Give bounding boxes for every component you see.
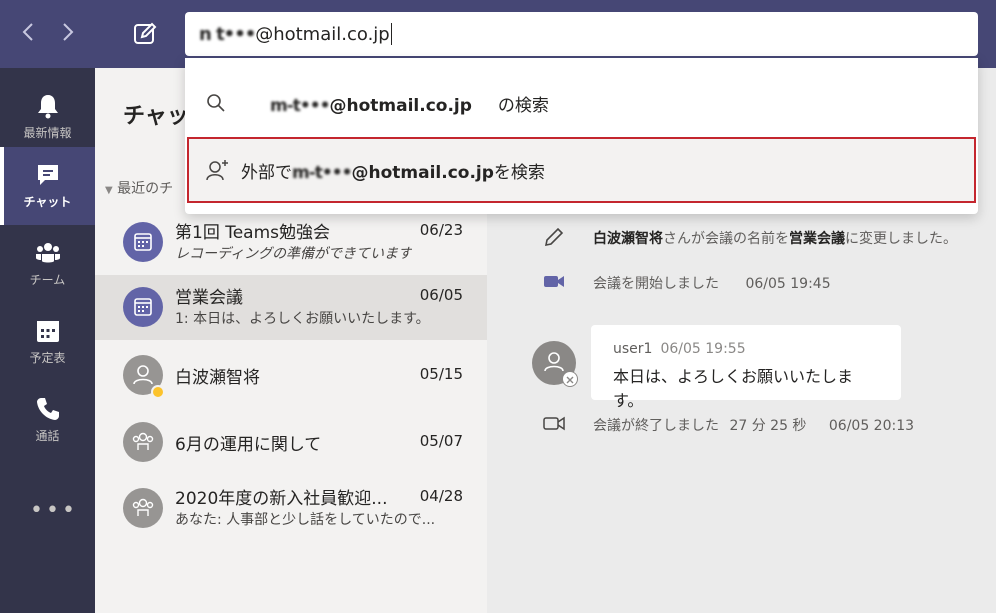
caret-down-icon: ▼ bbox=[105, 185, 113, 196]
external-search-item[interactable]: 外部でm-t•••@hotmail.co.jpを検索 bbox=[187, 137, 976, 203]
message-time: 06/05 19:55 bbox=[660, 341, 746, 357]
forward-button[interactable] bbox=[58, 22, 78, 46]
meeting-avatar bbox=[123, 222, 163, 262]
chat-preview: あなた: 人事部と少し話をしていたので... bbox=[175, 512, 436, 528]
rail-label-teams: チーム bbox=[29, 273, 66, 287]
rail-label-calls: 通話 bbox=[35, 429, 60, 443]
external-email-obscured: m-t••• bbox=[292, 163, 352, 183]
chat-list-item[interactable]: 6月の運用に関して 05/07 bbox=[95, 410, 487, 475]
search-suggestion-item[interactable]: m-t•••@hotmail.co.jp の検索 bbox=[185, 58, 978, 136]
suggestion-email-domain: @hotmail.co.jp bbox=[329, 96, 472, 116]
chat-preview: レコーディングの準備ができています bbox=[175, 246, 413, 262]
external-search-text: 外部でm-t•••@hotmail.co.jpを検索 bbox=[241, 158, 545, 183]
calendar-icon bbox=[134, 233, 152, 251]
chat-name: 2020年度の新入社員歓迎... bbox=[175, 489, 388, 509]
meeting-avatar bbox=[123, 287, 163, 327]
video-camera-icon bbox=[544, 276, 564, 287]
meeting-end-event: 会議が終了しました 27 分 25 秒 06/05 20:13 bbox=[593, 415, 914, 435]
offline-status-badge bbox=[562, 371, 578, 387]
rail-label-chat: チャット bbox=[23, 195, 72, 209]
rename-user: 白波瀬智将 bbox=[593, 231, 663, 247]
back-button[interactable] bbox=[18, 22, 38, 46]
away-status-badge bbox=[151, 385, 165, 399]
calendar-icon bbox=[36, 321, 59, 342]
compose-icon bbox=[134, 22, 157, 44]
search-suggestions-dropdown: m-t•••@hotmail.co.jp の検索 外部でm-t•••@hotmai… bbox=[185, 58, 978, 214]
rail-label-activity: 最新情報 bbox=[23, 126, 72, 140]
search-suggestion-text: m-t•••@hotmail.co.jp の検索 bbox=[270, 91, 549, 116]
rename-end: に変更しました。 bbox=[845, 231, 957, 247]
recent-label: 最近のチ bbox=[117, 181, 174, 197]
group-avatar bbox=[123, 422, 163, 462]
chat-name: 第1回 Teams勉強会 bbox=[175, 223, 331, 243]
rename-mid: さんが会議の名前を bbox=[663, 231, 789, 247]
chevron-left-icon bbox=[22, 23, 33, 41]
message-bubble[interactable]: user1 06/05 19:55 本日は、よろしくお願いいたします。 bbox=[591, 325, 901, 410]
rename-event: 白波瀬智将さんが会議の名前を営業会議に変更しました。 bbox=[593, 228, 957, 248]
chat-date: 05/07 bbox=[419, 432, 463, 450]
external-prefix: 外部で bbox=[241, 163, 292, 183]
group-avatar bbox=[123, 488, 163, 528]
chat-name: 営業会議 bbox=[175, 288, 243, 308]
external-suffix: を検索 bbox=[493, 163, 545, 183]
suggestion-email-obscured: m-t••• bbox=[270, 96, 330, 116]
chat-preview: 1: 本日は、よろしくお願いいたします。 bbox=[175, 311, 430, 327]
close-icon bbox=[566, 376, 574, 384]
message-text: 本日は、よろしくお願いいたします。 bbox=[613, 367, 854, 410]
external-email-domain: @hotmail.co.jp bbox=[351, 163, 494, 183]
chat-icon bbox=[37, 165, 58, 185]
bell-icon bbox=[37, 95, 58, 119]
chat-list-item[interactable]: 第1回 Teams勉強会 06/23 レコーディングの準備ができています bbox=[95, 210, 487, 275]
chat-list-item[interactable]: 2020年度の新入社員歓迎... 04/28 あなた: 人事部と少し話をしていた… bbox=[95, 476, 487, 541]
search-icon bbox=[207, 94, 225, 112]
meeting-end-text: 会議が終了しました bbox=[593, 418, 719, 434]
message-author: user1 bbox=[613, 341, 653, 357]
meeting-start-time: 06/05 19:45 bbox=[745, 276, 831, 292]
phone-icon bbox=[36, 398, 59, 420]
meeting-start-text: 会議を開始しました bbox=[593, 276, 719, 292]
rail-item-calls[interactable]: 通話 bbox=[0, 381, 95, 459]
group-icon bbox=[132, 498, 154, 516]
rail-item-teams[interactable]: チーム bbox=[0, 225, 95, 303]
chat-list-item[interactable]: 白波瀬智将 05/15 bbox=[95, 343, 487, 408]
chat-date: 04/28 bbox=[419, 487, 463, 505]
pencil-icon bbox=[544, 227, 564, 247]
meeting-start-event: 会議を開始しました 06/05 19:45 bbox=[593, 273, 831, 293]
rail-label-calendar: 予定表 bbox=[29, 351, 66, 365]
compose-button[interactable] bbox=[131, 20, 159, 48]
calendar-icon bbox=[134, 298, 152, 316]
rename-name: 営業会議 bbox=[789, 231, 845, 247]
more-apps-button[interactable]: ••• bbox=[30, 498, 78, 523]
chevron-right-icon bbox=[63, 23, 74, 41]
app-rail: 最新情報 チャット チーム 予定表 通話 ••• bbox=[0, 68, 95, 613]
chat-list-item-selected[interactable]: 営業会議 06/05 1: 本日は、よろしくお願いいたします。 bbox=[95, 275, 487, 340]
group-icon bbox=[132, 432, 154, 450]
rail-item-activity[interactable]: 最新情報 bbox=[0, 78, 95, 156]
recent-section-header[interactable]: ▼ 最近のチ bbox=[105, 178, 173, 198]
message-header: user1 06/05 19:55 bbox=[613, 341, 879, 357]
teams-icon bbox=[35, 243, 60, 263]
meeting-duration: 27 分 25 秒 bbox=[729, 418, 807, 434]
video-camera-off-icon bbox=[543, 416, 565, 431]
text-caret bbox=[390, 23, 392, 45]
search-input[interactable]: n t••• @hotmail.co.jp bbox=[185, 12, 978, 56]
rail-item-chat[interactable]: チャット bbox=[0, 147, 95, 225]
search-query-domain: @hotmail.co.jp bbox=[255, 23, 390, 45]
chat-date: 06/05 bbox=[419, 286, 463, 304]
chat-date: 06/23 bbox=[419, 221, 463, 239]
suggestion-suffix: の検索 bbox=[497, 96, 549, 116]
rail-item-calendar[interactable]: 予定表 bbox=[0, 303, 95, 381]
chat-name: 白波瀬智将 bbox=[175, 368, 260, 388]
chat-name: 6月の運用に関して bbox=[175, 435, 322, 455]
add-person-icon bbox=[206, 160, 228, 181]
search-query-obscured: n t••• bbox=[199, 23, 256, 45]
meeting-end-time: 06/05 20:13 bbox=[828, 418, 915, 434]
chat-date: 05/15 bbox=[419, 365, 463, 383]
